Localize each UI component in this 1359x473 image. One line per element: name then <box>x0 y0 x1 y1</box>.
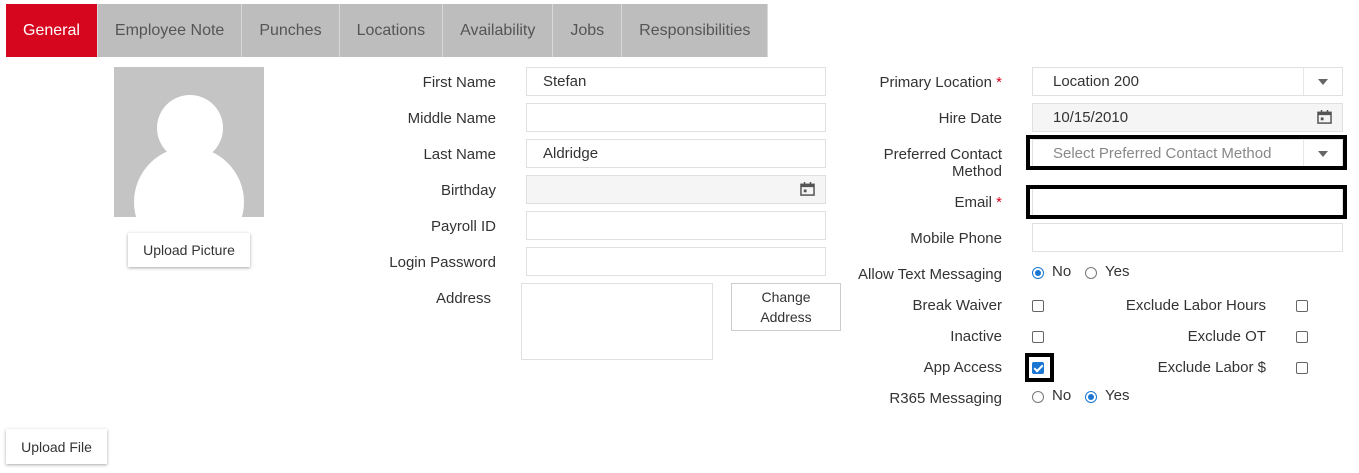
text-no-radio[interactable] <box>1032 267 1044 279</box>
hire-date-value: 10/15/2010 <box>1053 109 1129 126</box>
exclude-labor-dollar-label: Exclude Labor $ <box>1157 359 1266 376</box>
r365-no-radio[interactable] <box>1032 391 1044 403</box>
tab-locations[interactable]: Locations <box>339 4 444 57</box>
app-access-label: App Access <box>923 359 1002 376</box>
tab-responsibilities[interactable]: Responsibilities <box>622 4 769 57</box>
highlight-box <box>1026 135 1347 170</box>
login-password-input[interactable] <box>526 247 826 276</box>
login-password-label: Login Password <box>389 254 496 271</box>
exclude-labor-dollar-checkbox[interactable] <box>1296 362 1308 374</box>
first-name-label: First Name <box>422 74 496 91</box>
tab-employee-note[interactable]: Employee Note <box>97 4 243 57</box>
change-address-line1: Change <box>761 289 811 305</box>
birthday-input[interactable] <box>526 175 826 204</box>
address-textarea[interactable] <box>521 283 713 360</box>
text-yes-label: Yes <box>1105 263 1130 280</box>
tab-jobs[interactable]: Jobs <box>553 4 623 57</box>
upload-file-button[interactable]: Upload File <box>6 429 107 464</box>
middle-name-label: Middle Name <box>407 110 496 127</box>
break-waiver-checkbox[interactable] <box>1032 300 1044 312</box>
last-name-input[interactable]: Aldridge <box>526 139 826 168</box>
hire-date-label: Hire Date <box>938 110 1002 127</box>
payroll-id-label: Payroll ID <box>430 218 496 235</box>
exclude-ot-label: Exclude OT <box>1187 328 1266 345</box>
tab-bar: General Employee Note Punches Locations … <box>6 4 769 57</box>
inactive-checkbox[interactable] <box>1032 331 1044 343</box>
mobile-phone-input[interactable] <box>1032 223 1343 252</box>
birthday-label: Birthday <box>440 182 496 199</box>
exclude-labor-hours-checkbox[interactable] <box>1296 300 1308 312</box>
r365-yes-label: Yes <box>1105 387 1130 404</box>
r365-no-label: No <box>1052 387 1072 404</box>
text-no-label: No <box>1052 263 1072 280</box>
exclude-ot-checkbox[interactable] <box>1296 331 1308 343</box>
exclude-labor-hours-label: Exclude Labor Hours <box>1125 297 1266 314</box>
tab-punches[interactable]: Punches <box>242 4 340 57</box>
preferred-contact-label: Preferred Contact Method <box>883 146 1002 180</box>
last-name-label: Last Name <box>423 146 496 163</box>
avatar-placeholder-icon <box>114 67 264 217</box>
primary-location-value: Location 200 <box>1053 73 1139 90</box>
break-waiver-label: Break Waiver <box>912 297 1002 314</box>
payroll-id-input[interactable] <box>526 211 826 240</box>
tab-availability[interactable]: Availability <box>443 4 554 57</box>
upload-picture-button[interactable]: Upload Picture <box>128 233 250 267</box>
calendar-icon[interactable] <box>800 182 815 196</box>
address-label: Address <box>435 290 491 307</box>
hire-date-input[interactable]: 10/15/2010 <box>1032 103 1343 132</box>
r365-messaging-label: R365 Messaging <box>889 390 1002 407</box>
text-yes-radio[interactable] <box>1085 267 1097 279</box>
allow-text-label: Allow Text Messaging <box>858 266 1002 283</box>
calendar-icon[interactable] <box>1317 110 1332 124</box>
first-name-input[interactable]: Stefan <box>526 67 826 96</box>
highlight-box <box>1025 353 1054 382</box>
mobile-phone-label: Mobile Phone <box>910 230 1002 247</box>
primary-location-label: Primary Location * <box>879 74 1002 91</box>
change-address-line2: Address <box>760 309 812 325</box>
middle-name-input[interactable] <box>526 103 826 132</box>
email-label: Email * <box>954 194 1002 211</box>
change-address-button[interactable]: Change Address <box>731 283 841 331</box>
chevron-down-icon[interactable] <box>1303 68 1342 95</box>
primary-location-select[interactable]: Location 200 <box>1032 67 1343 96</box>
highlight-box <box>1026 185 1347 219</box>
r365-yes-radio[interactable] <box>1085 391 1097 403</box>
inactive-label: Inactive <box>950 328 1002 345</box>
tab-general[interactable]: General <box>6 4 98 57</box>
